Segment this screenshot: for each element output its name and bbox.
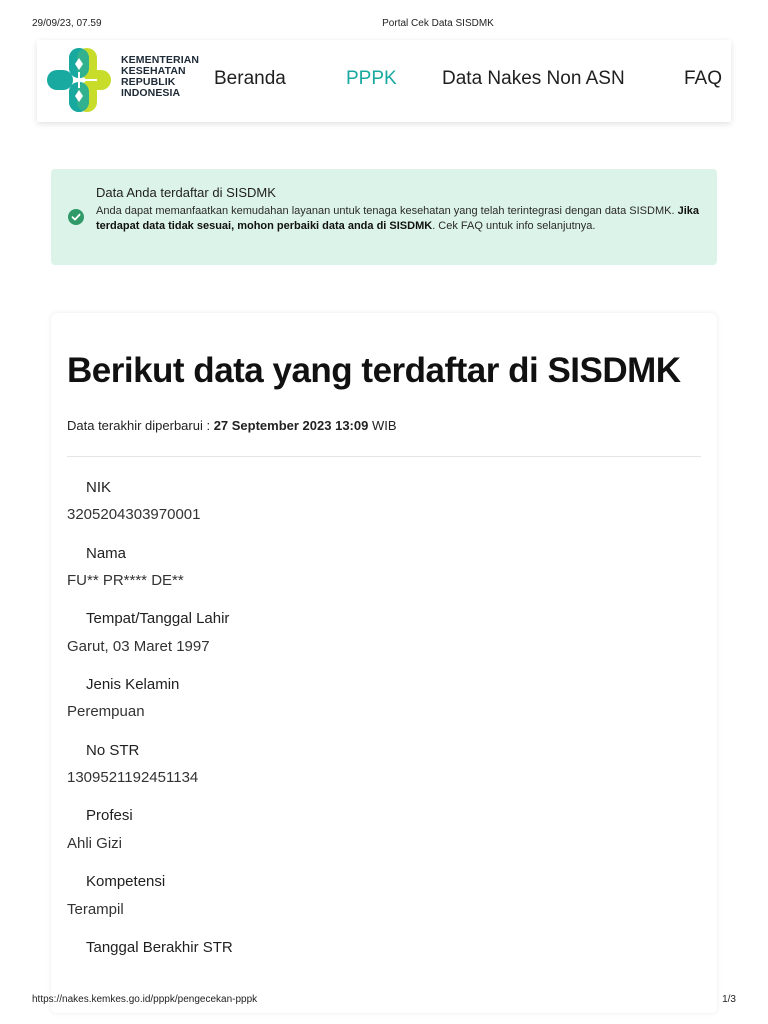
field-label-nama: Nama — [86, 545, 127, 562]
check-circle-icon — [68, 209, 84, 225]
alert-body-text: Anda dapat memanfaatkan kemudahan layana… — [96, 205, 678, 217]
print-header: 29/09/23, 07.59 Portal Cek Data SISDMK — [0, 18, 768, 32]
navbar: KEMENTERIAN KESEHATAN REPUBLIK INDONESIA… — [37, 40, 731, 122]
print-page-number: 1/3 — [722, 994, 736, 1005]
nav-faq[interactable]: FAQ — [684, 68, 722, 90]
divider — [67, 456, 701, 457]
field-label-jenis-kelamin: Jenis Kelamin — [86, 676, 180, 693]
kemenkes-logo-icon — [47, 48, 111, 112]
logo-text: KEMENTERIAN KESEHATAN REPUBLIK INDONESIA — [121, 55, 199, 99]
print-footer: https://nakes.kemkes.go.id/pppk/pengecek… — [0, 994, 768, 1008]
nav-beranda[interactable]: Beranda — [214, 68, 286, 90]
nav-pppk[interactable]: PPPK — [346, 68, 397, 90]
field-value-no-str: 1309521192451134 — [67, 769, 199, 786]
field-value-nama: FU** PR**** DE** — [67, 572, 184, 589]
logo-link[interactable]: KEMENTERIAN KESEHATAN REPUBLIK INDONESIA — [37, 40, 207, 122]
data-card: Berikut data yang terdaftar di SISDMK Da… — [51, 313, 717, 1013]
page-title: Berikut data yang terdaftar di SISDMK — [67, 351, 681, 390]
field-value-kompetensi: Terampil — [67, 901, 124, 918]
field-value-jenis-kelamin: Perempuan — [67, 703, 145, 720]
last-updated: Data terakhir diperbarui : 27 September … — [67, 418, 397, 433]
last-updated-label: Data terakhir diperbarui : — [67, 418, 214, 433]
field-label-tanggal-berakhir-str: Tanggal Berakhir STR — [86, 939, 233, 956]
print-title: Portal Cek Data SISDMK — [382, 18, 494, 29]
field-label-kompetensi: Kompetensi — [86, 873, 166, 890]
field-value-tempat-tanggal-lahir: Garut, 03 Maret 1997 — [67, 638, 210, 655]
last-updated-suffix: WIB — [368, 418, 397, 433]
field-label-profesi: Profesi — [86, 807, 133, 824]
field-value-profesi: Ahli Gizi — [67, 835, 123, 852]
field-label-nik: NIK — [86, 479, 112, 496]
nav-data-nakes-non-asn[interactable]: Data Nakes Non ASN — [442, 68, 625, 90]
alert-body-text-end: . Cek FAQ untuk info selanjutnya. — [432, 220, 596, 232]
success-alert: Data Anda terdaftar di SISDMK Anda dapat… — [51, 169, 717, 265]
logo-line: INDONESIA — [121, 87, 181, 99]
print-url: https://nakes.kemkes.go.id/pppk/pengecek… — [32, 994, 258, 1005]
last-updated-value: 27 September 2023 13:09 — [213, 418, 369, 433]
field-label-no-str: No STR — [86, 742, 140, 759]
field-label-tempat-tanggal-lahir: Tempat/Tanggal Lahir — [86, 610, 230, 627]
field-value-nik: 3205204303970001 — [67, 506, 201, 523]
alert-body: Anda dapat memanfaatkan kemudahan layana… — [96, 204, 706, 234]
alert-title: Data Anda terdaftar di SISDMK — [96, 185, 276, 200]
